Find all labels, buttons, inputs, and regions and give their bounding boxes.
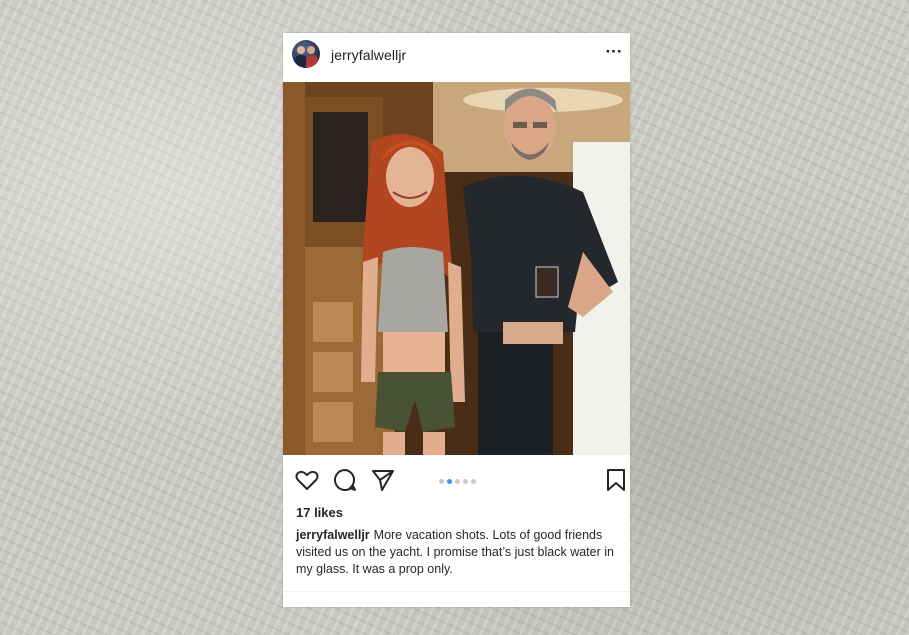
carousel-indicator xyxy=(439,479,476,485)
avatar-body-2 xyxy=(306,55,318,68)
carousel-dot xyxy=(471,479,476,484)
carousel-dot xyxy=(463,479,468,484)
bookmark-icon[interactable] xyxy=(603,467,629,493)
caption-username[interactable]: jerryfalwelljr xyxy=(296,528,370,542)
divider xyxy=(283,591,630,592)
post-photo[interactable] xyxy=(283,82,630,455)
carousel-dot-active xyxy=(447,479,452,484)
comment-bubble-icon[interactable] xyxy=(332,467,358,493)
likes-count[interactable]: 17 likes xyxy=(296,505,343,520)
avatar-face-2 xyxy=(307,46,315,54)
carousel-dot xyxy=(455,479,460,484)
post-header: jerryfalwelljr ··· xyxy=(283,33,630,81)
more-options-icon[interactable]: ··· xyxy=(603,41,625,63)
post-username[interactable]: jerryfalwelljr xyxy=(331,47,406,63)
post-action-bar xyxy=(283,463,630,499)
avatar-face-1 xyxy=(297,46,305,54)
heart-icon[interactable] xyxy=(294,467,320,493)
instagram-post-card: jerryfalwelljr ··· 17 likes jerryfalwell… xyxy=(283,33,630,607)
send-paper-plane-icon[interactable] xyxy=(370,467,396,493)
post-caption: jerryfalwelljr More vacation shots. Lots … xyxy=(296,527,620,578)
carousel-dot xyxy=(439,479,444,484)
avatar[interactable] xyxy=(292,40,320,68)
